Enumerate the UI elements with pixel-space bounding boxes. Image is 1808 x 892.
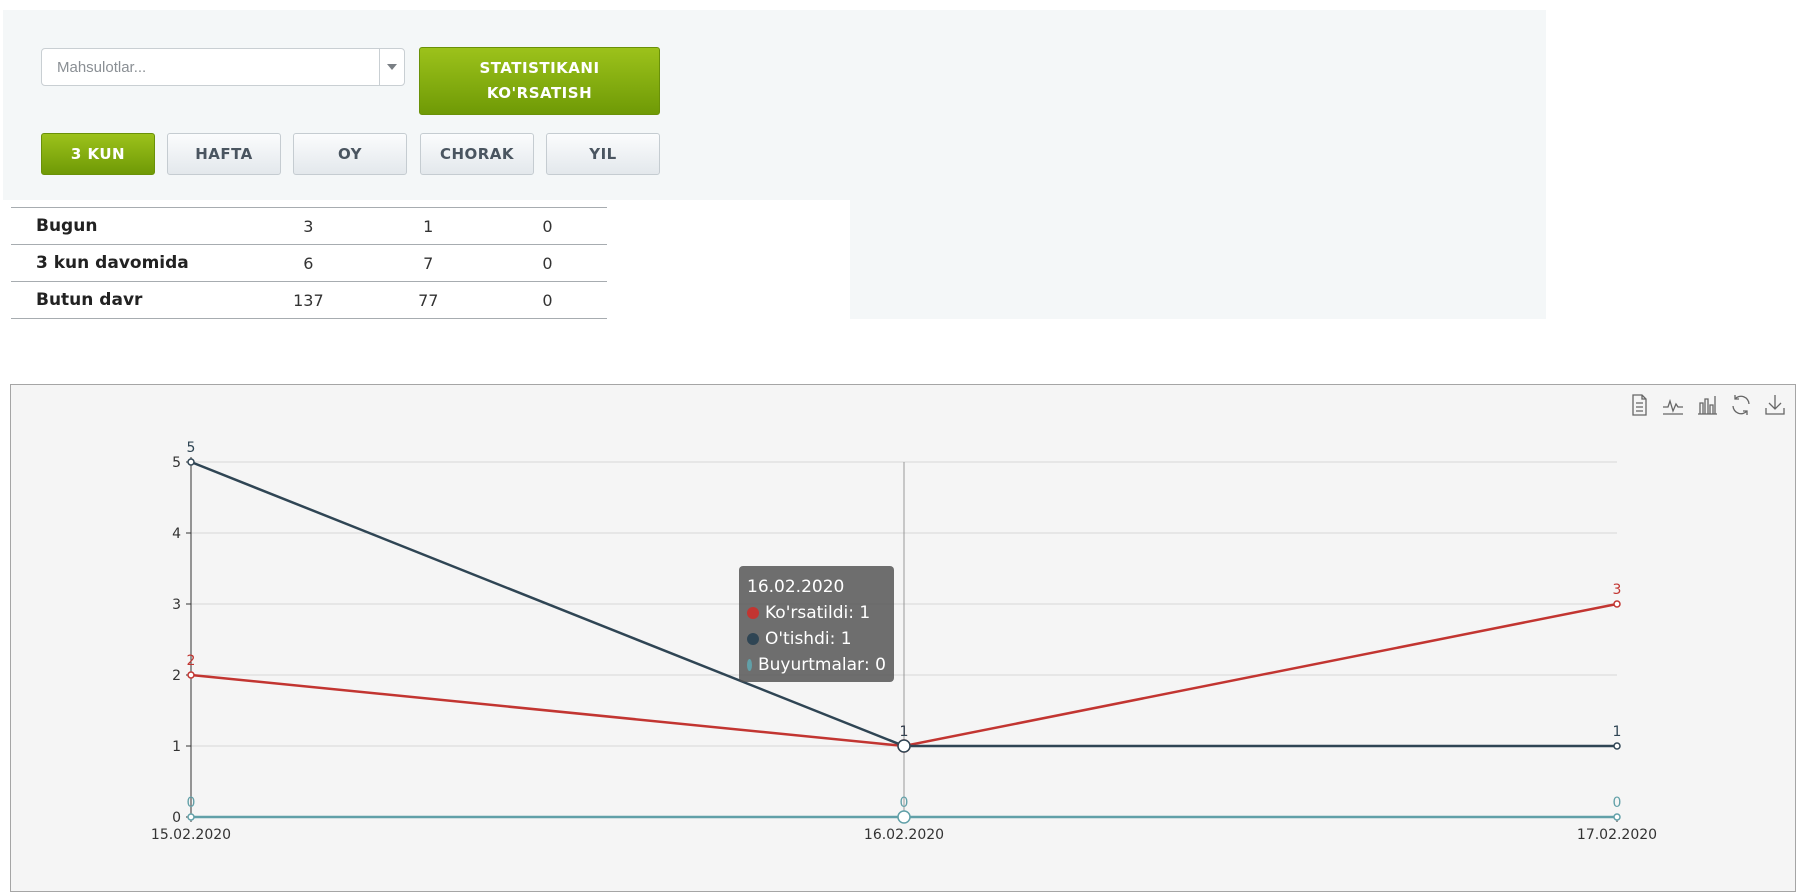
data-label: 0	[900, 795, 909, 811]
panel-background	[850, 200, 1546, 319]
x-tick-label: 16.02.2020	[864, 827, 944, 843]
chart-tooltip: 16.02.2020 Ko'rsatildi: 1 O'tishdi: 1 Bu…	[739, 566, 894, 682]
tooltip-item-name: Ko'rsatildi	[765, 603, 849, 623]
cell-value: 7	[368, 244, 489, 282]
period-button-yil[interactable]: YIL	[546, 133, 660, 175]
tooltip-item-value: 1	[840, 629, 852, 649]
series-point	[897, 810, 911, 824]
data-label: 3	[1613, 582, 1622, 598]
y-tick-label: 3	[172, 597, 181, 613]
series-point	[187, 458, 195, 466]
row-label: Butun davr	[11, 281, 249, 319]
legend-dot-icon	[747, 633, 759, 645]
y-tick-label: 2	[172, 668, 181, 684]
show-statistics-label-line1: STATISTIKANI	[479, 59, 600, 77]
restore-icon[interactable]	[1729, 393, 1753, 417]
data-view-icon[interactable]	[1627, 393, 1651, 417]
data-label: 0	[1613, 795, 1622, 811]
cell-value: 1	[368, 207, 489, 245]
data-label: 1	[1613, 724, 1622, 740]
show-statistics-label-line2: KO'RSATISH	[486, 84, 593, 102]
product-select[interactable]: Mahsulotlar...	[41, 48, 405, 86]
tooltip-item-value: 0	[875, 655, 886, 675]
tooltip-item-name: O'tishdi	[765, 629, 830, 649]
table-row: Bugun 3 1 0	[11, 207, 607, 245]
tooltip-item: O'tishdi: 1	[747, 626, 886, 652]
data-label: 5	[187, 440, 196, 456]
legend-dot-icon	[747, 607, 759, 619]
series-point	[897, 739, 911, 753]
line-chart-icon[interactable]	[1661, 393, 1685, 417]
cell-value: 137	[248, 281, 369, 319]
data-label: 2	[187, 653, 196, 669]
series-point	[1613, 600, 1621, 608]
show-statistics-button[interactable]: STATISTIKANI KO'RSATISH	[419, 47, 660, 115]
cell-value: 3	[248, 207, 369, 245]
legend-dot-icon	[747, 659, 752, 671]
chart-container: 0 1 2 3 4 5 15.02.2020 16.02.2020 17.02.2020 2 1 3 5…	[10, 384, 1796, 892]
product-select-placeholder: Mahsulotlar...	[57, 59, 147, 76]
cell-value: 0	[488, 244, 607, 282]
series-point	[1613, 742, 1621, 750]
series-point	[187, 813, 195, 821]
table-row: Butun davr 137 77 0	[11, 281, 607, 319]
chart-toolbox	[1627, 393, 1787, 417]
period-button-oy[interactable]: OY	[293, 133, 407, 175]
tooltip-item: Ko'rsatildi: 1	[747, 600, 886, 626]
line-chart[interactable]: 0 1 2 3 4 5 15.02.2020 16.02.2020 17.02.2020 2 1 3 5…	[11, 385, 1795, 891]
period-button-chorak[interactable]: CHORAK	[420, 133, 534, 175]
data-label: 1	[900, 724, 909, 740]
row-label: Bugun	[11, 207, 249, 245]
tooltip-item: Buyurtmalar: 0	[747, 652, 886, 678]
y-tick-label: 4	[172, 526, 181, 542]
bar-chart-icon[interactable]	[1695, 393, 1719, 417]
cell-value: 77	[368, 281, 489, 319]
y-tick-label: 1	[172, 739, 181, 755]
period-button-hafta[interactable]: HAFTA	[167, 133, 281, 175]
tooltip-item-value: 1	[859, 603, 871, 623]
x-tick-label: 15.02.2020	[151, 827, 231, 843]
cell-value: 0	[488, 281, 607, 319]
chevron-down-icon[interactable]	[387, 64, 397, 70]
tooltip-item-name: Buyurtmalar	[757, 655, 865, 675]
x-tick-label: 17.02.2020	[1577, 827, 1657, 843]
download-icon[interactable]	[1763, 393, 1787, 417]
stats-table: Bugun 3 1 0 3 kun davomida 6 7 0 Butun d…	[11, 207, 607, 319]
series-point	[1613, 813, 1621, 821]
cell-value: 6	[248, 244, 369, 282]
y-tick-label: 0	[172, 810, 181, 826]
row-label: 3 kun davomida	[11, 244, 249, 282]
cell-value: 0	[488, 207, 607, 245]
data-label: 0	[187, 795, 196, 811]
table-row: 3 kun davomida 6 7 0	[11, 244, 607, 282]
y-tick-label: 5	[172, 455, 181, 471]
period-button-3-kun[interactable]: 3 KUN	[41, 133, 155, 175]
tooltip-title: 16.02.2020	[747, 577, 845, 597]
series-point	[187, 671, 195, 679]
select-divider	[379, 49, 380, 85]
